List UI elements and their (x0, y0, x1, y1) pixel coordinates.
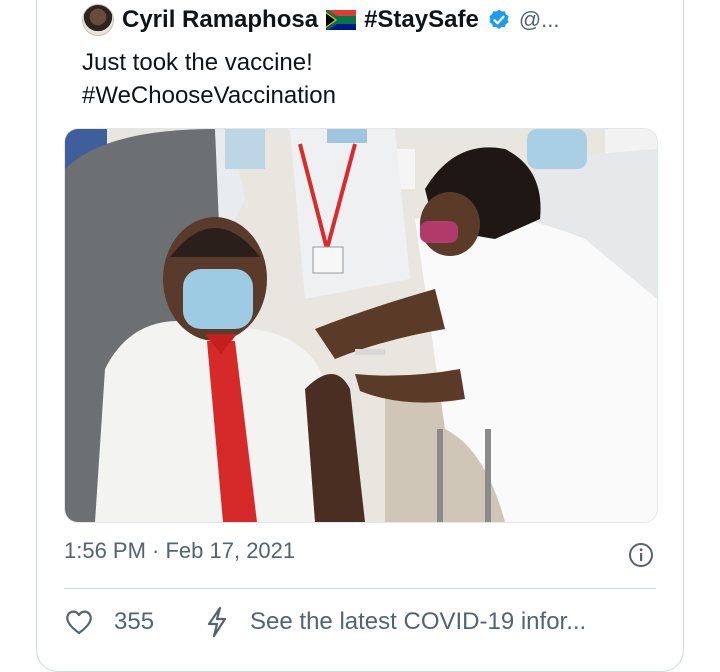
tweet-photo[interactable] (64, 128, 658, 523)
tweet-timestamp[interactable]: 1:56 PM · Feb 17, 2021 (64, 538, 295, 564)
avatar[interactable] (82, 4, 114, 36)
author-handle[interactable]: @... (519, 7, 560, 33)
tweet-actions: 355 See the latest COVID-19 infor... (64, 606, 586, 638)
heart-icon[interactable] (64, 607, 94, 637)
verified-badge-icon (489, 9, 509, 29)
hashtag-link[interactable]: #WeChooseVaccination (82, 79, 336, 112)
info-icon[interactable] (628, 542, 654, 568)
covid-info-link[interactable]: See the latest COVID-19 infor... (250, 608, 586, 636)
tweet-text: Just took the vaccine! #WeChooseVaccinat… (82, 46, 336, 112)
vaccination-photo (65, 129, 657, 522)
author-name[interactable]: Cyril Ramaphosa (122, 6, 318, 34)
south-africa-flag-icon (326, 10, 357, 30)
like-count[interactable]: 355 (114, 608, 154, 636)
tweet-text-line: Just took the vaccine! (82, 49, 313, 76)
divider (64, 588, 656, 589)
hashtag-label[interactable]: #StaySafe (364, 6, 479, 34)
tweet-header: Cyril Ramaphosa #StaySafe @... (82, 2, 560, 38)
lightning-bolt-icon (207, 606, 227, 638)
